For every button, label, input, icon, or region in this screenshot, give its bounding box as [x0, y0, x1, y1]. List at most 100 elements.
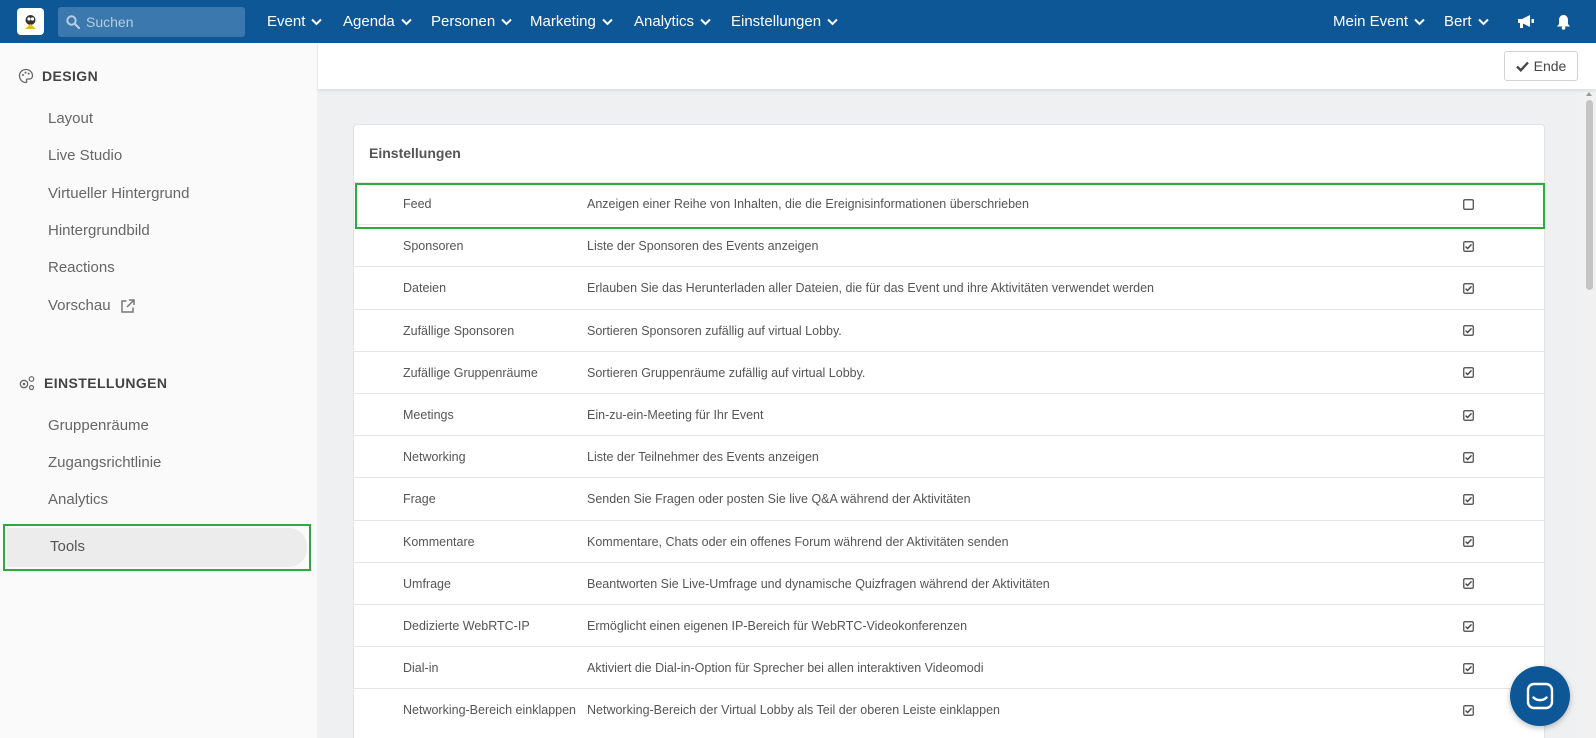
megaphone-icon — [1518, 14, 1534, 28]
end-button-label: Ende — [1533, 58, 1567, 74]
external-link-icon — [120, 298, 135, 313]
scrollbar-thumb[interactable] — [1586, 100, 1593, 290]
sidebar-item-access-policy[interactable]: Zugangsrichtlinie — [48, 454, 161, 471]
settings-row-description: Erlauben Sie das Herunterladen aller Dat… — [587, 281, 1155, 296]
nav-menu-label: Bert — [1444, 13, 1472, 30]
palette-icon — [18, 68, 34, 84]
settings-row-name: Dedizierte WebRTC-IP — [403, 619, 530, 633]
announcements-button[interactable] — [1511, 0, 1535, 43]
settings-row: Meetings Ein-zu-ein-Meeting für Ihr Event — [354, 393, 1544, 436]
nav-menu-label: Agenda — [343, 13, 395, 30]
sidebar-item-label: Zugangsrichtlinie — [48, 454, 162, 471]
top-navbar: Event Agenda Personen Marketing Analytic… — [0, 0, 1596, 43]
sidebar: DESIGN Layout Live Studio Virtueller Hin… — [0, 43, 317, 738]
card-title: Einstellungen — [369, 145, 461, 161]
settings-row-name: Networking-Bereich einklappen — [403, 703, 577, 718]
settings-row-name: Dateien — [403, 281, 447, 296]
checkbox-icon[interactable] — [1463, 451, 1474, 463]
end-button[interactable]: Ende — [1504, 51, 1578, 81]
sidebar-item-label: Live Studio — [48, 147, 123, 164]
nav-menu-mein-event[interactable]: Mein Event — [1333, 0, 1425, 43]
sidebar-item-live-studio[interactable]: Live Studio — [48, 147, 122, 164]
settings-row-description: Beantworten Sie Live-Umfrage und dynamis… — [587, 576, 1050, 591]
nav-menu-agenda[interactable]: Agenda — [343, 0, 412, 43]
checkbox-icon[interactable] — [1463, 240, 1474, 252]
settings-row-name: Networking — [403, 450, 466, 465]
settings-row-name: Zufällige Sponsoren — [403, 323, 515, 338]
chevron-down-icon — [401, 18, 412, 25]
sidebar-item-tools[interactable]: Tools — [7, 528, 307, 567]
settings-row-description: Ein-zu-ein-Meeting für Ihr Event — [587, 408, 764, 422]
sidebar-section-design: DESIGN — [18, 68, 98, 84]
settings-row-description: Liste der Sponsoren des Events anzeigen — [587, 239, 819, 254]
chat-icon — [1526, 682, 1554, 710]
settings-row-name: Umfrage — [403, 576, 451, 591]
search-box[interactable] — [58, 7, 245, 37]
nav-menu-label: Analytics — [634, 13, 695, 30]
search-input[interactable] — [86, 14, 236, 30]
nav-menu-label: Einstellungen — [731, 13, 822, 30]
chevron-down-icon — [700, 18, 711, 25]
main-toolbar: Ende — [318, 43, 1596, 89]
nav-menu-label: Personen — [431, 13, 496, 30]
checkbox-icon[interactable] — [1463, 283, 1474, 294]
nav-menu-marketing[interactable]: Marketing — [530, 0, 613, 43]
nav-menu-label: Marketing — [530, 13, 596, 30]
notifications-button[interactable] — [1550, 0, 1571, 43]
settings-row: Kommentare Kommentare, Chats oder ein off… — [354, 519, 1544, 563]
checkbox-icon[interactable] — [1463, 578, 1474, 590]
settings-row-name: Dial-in — [403, 661, 439, 676]
nav-menu-user[interactable]: Bert — [1444, 0, 1489, 43]
settings-row-name: Frage — [403, 492, 436, 507]
nav-menu-event[interactable]: Event — [267, 0, 323, 43]
chevron-down-icon — [311, 18, 323, 25]
check-icon — [1515, 61, 1529, 72]
checkbox-icon[interactable] — [1463, 620, 1474, 632]
checkbox-icon[interactable] — [1463, 705, 1474, 716]
chat-launcher-button[interactable] — [1510, 666, 1570, 726]
nav-menu-einstellungen[interactable]: Einstellungen — [731, 0, 838, 43]
nav-menu-personen[interactable]: Personen — [431, 0, 512, 43]
sidebar-item-breakout-rooms[interactable]: Gruppenräume — [48, 417, 149, 434]
checkbox-icon[interactable] — [1463, 662, 1474, 674]
settings-row-description: Liste der Teilnehmer des Events anzeigen — [587, 450, 819, 465]
checkbox-icon[interactable] — [1463, 494, 1474, 505]
checkbox-icon[interactable] — [1463, 536, 1474, 547]
checkbox-icon[interactable] — [1463, 409, 1474, 421]
bell-icon — [1557, 14, 1570, 30]
settings-row: Networking Liste der Teilnehmer des Event… — [354, 435, 1544, 478]
sidebar-item-analytics[interactable]: Analytics — [48, 491, 108, 508]
sidebar-item-label: Hintergrundbild — [48, 222, 150, 239]
page-scrollbar[interactable] — [1583, 92, 1596, 738]
settings-row-name: Meetings — [403, 408, 454, 422]
nav-menu-analytics[interactable]: Analytics — [634, 0, 711, 43]
settings-row: Umfrage Beantworten Sie Live-Umfrage und … — [354, 561, 1544, 605]
nav-menu-label: Mein Event — [1333, 13, 1409, 30]
sidebar-item-reactions[interactable]: Reactions — [48, 259, 115, 276]
sidebar-item-layout[interactable]: Layout — [48, 110, 93, 127]
sidebar-item-virtual-background[interactable]: Virtueller Hintergrund — [48, 185, 189, 202]
nav-menu-label: Event — [267, 13, 306, 30]
settings-row-description: Networking-Bereich der Virtual Lobby als… — [587, 703, 1000, 718]
sidebar-item-label: Tools — [50, 538, 86, 555]
gears-icon — [19, 376, 35, 391]
sidebar-item-label: Layout — [48, 110, 94, 127]
sidebar-item-tools-highlight: Tools — [3, 524, 311, 571]
sidebar-item-label: Reactions — [48, 259, 115, 276]
sidebar-section-title: EINSTELLUNGEN — [44, 375, 168, 391]
settings-row-description: Sortieren Sponsoren zufällig auf virtual… — [587, 323, 842, 338]
sidebar-item-label: Virtueller Hintergrund — [48, 185, 190, 202]
settings-row-name: Sponsoren — [403, 239, 464, 254]
sidebar-item-label: Analytics — [48, 491, 109, 508]
sidebar-item-preview[interactable]: Vorschau — [48, 297, 136, 314]
settings-row: Sponsoren Liste der Sponsoren des Events … — [354, 224, 1544, 267]
checkbox-icon[interactable] — [1463, 325, 1474, 336]
scroll-up-arrow-icon[interactable] — [1586, 92, 1592, 96]
sidebar-section-settings: EINSTELLUNGEN — [18, 375, 167, 391]
logo-icon — [25, 15, 36, 29]
chevron-down-icon — [827, 18, 838, 25]
sidebar-item-background-image[interactable]: Hintergrundbild — [48, 222, 150, 239]
checkbox-icon[interactable] — [1463, 367, 1474, 379]
app-logo[interactable] — [17, 8, 44, 35]
chevron-down-icon — [1477, 18, 1489, 25]
